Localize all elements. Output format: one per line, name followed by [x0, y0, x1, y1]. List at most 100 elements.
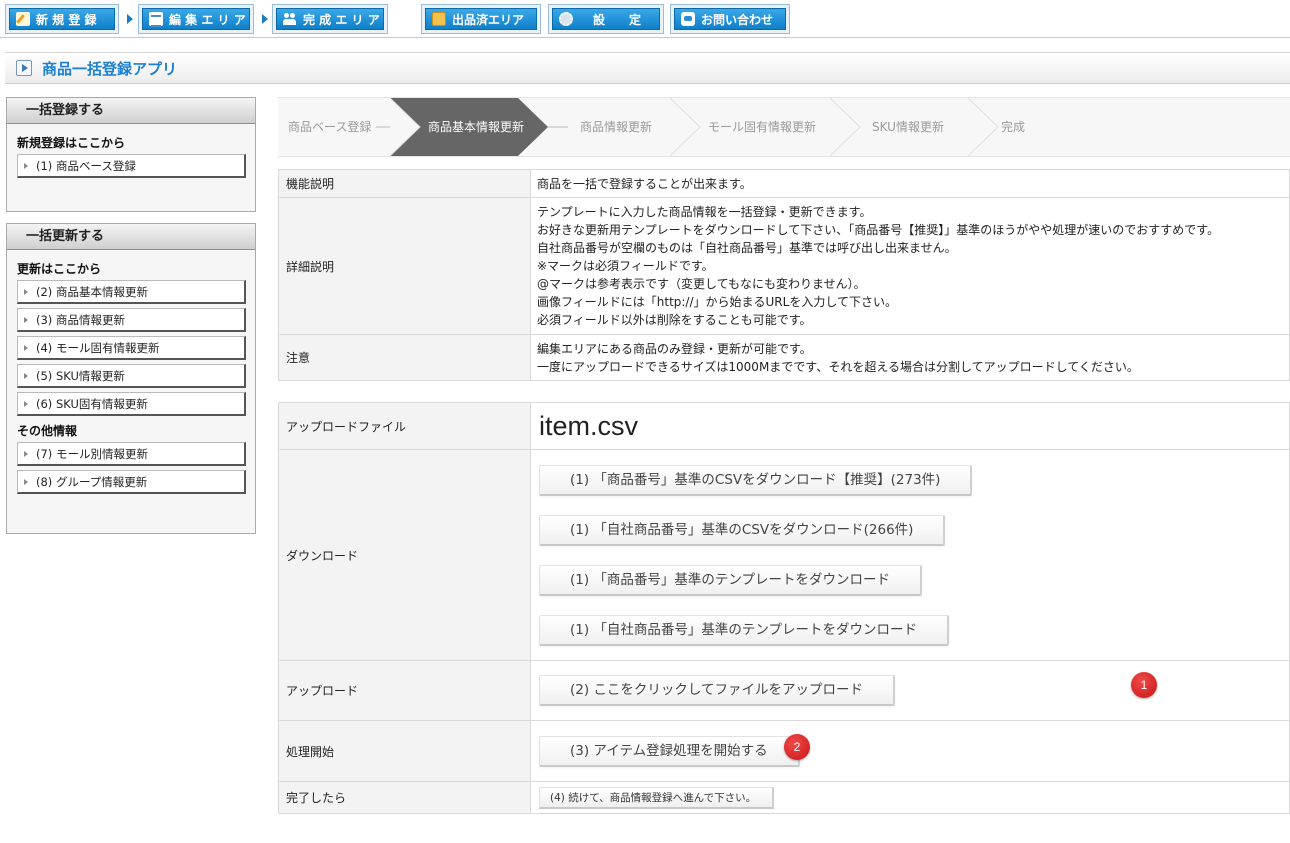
sidebar-register-header: 一括登録する [7, 98, 255, 124]
upload-table: アップロードファイル item.csv ダウンロード (1) 「商品番号」基準の… [278, 402, 1290, 814]
nav-arrow-icon [262, 14, 268, 24]
description-line: 編集エリアにある商品のみ登録・更新が可能です。 [537, 341, 812, 356]
download-label: ダウンロード [278, 449, 531, 661]
download-template-product-number-button[interactable]: (1) 「商品番号」基準のテンプレートをダウンロード [539, 564, 923, 596]
sidebar-item-mall-specific-update[interactable]: (7) モール別情報更新 [17, 442, 246, 466]
table-row: 注意 編集エリアにある商品のみ登録・更新が可能です。 一度にアップロードできるサ… [278, 334, 1290, 381]
play-icon [16, 60, 32, 76]
sidebar-item-sku-info-update[interactable]: (5) SKU情報更新 [17, 364, 246, 388]
description-line: お好きな更新用テンプレートをダウンロードして下さい、「商品番号【推奨】」基準のほ… [537, 223, 1220, 237]
step-badge-1: 1 [1131, 672, 1157, 698]
sidebar-item-label: (4) モール固有情報更新 [36, 340, 160, 355]
step-sku-info-update: SKU情報更新 [872, 120, 944, 134]
nav-settings-button[interactable]: 設 定 [548, 4, 664, 34]
download-row: (1) 「商品番号」基準のテンプレートをダウンロード [539, 555, 1289, 605]
feature-description: 商品を一括で登録することが出来ます。 [530, 169, 1290, 198]
top-navigation: 新 規 登 録 編 集 エ リ ア 完 成 エ リ ア 出品済エリア 設 定 お… [0, 0, 1290, 38]
description-line: 一度にアップロードできるサイズは1000Mまでです、それを超える場合は分割してア… [537, 359, 1139, 374]
sidebar-register-subtitle: 新規登録はここから [17, 136, 126, 150]
nav-edit-area-button[interactable]: 編 集 エ リ ア [138, 4, 254, 34]
step-mall-info-update: モール固有情報更新 [708, 120, 817, 134]
sidebar-item-label: (8) グループ情報更新 [36, 474, 148, 489]
detail-label: 詳細説明 [278, 197, 531, 335]
download-csv-own-number-button[interactable]: (1) 「自社商品番号」基準のCSVをダウンロード(266件) [539, 514, 946, 546]
page-title: 商品一括登録アプリ [42, 59, 178, 78]
sidebar-item-label: (3) 商品情報更新 [36, 312, 125, 327]
description-line: ※マークは必須フィールドです。 [537, 259, 714, 273]
nav-label: 編 集 エ リ ア [169, 12, 246, 27]
gear-icon [559, 12, 573, 26]
step-basic-info-update: 商品基本情報更新 [428, 120, 525, 134]
table-row: 機能説明 商品を一括で登録することが出来ます。 [278, 169, 1290, 198]
caution-label: 注意 [278, 334, 531, 381]
sidebar-update-subtitle: 更新はここから [17, 262, 102, 276]
table-row: アップロード (2) ここをクリックしてファイルをアップロード 1 [278, 660, 1290, 721]
table-row: 詳細説明 テンプレートに入力した商品情報を一括登録・更新できます。 お好きな更新… [278, 197, 1290, 335]
people-icon [283, 12, 297, 26]
info-table: 機能説明 商品を一括で登録することが出来ます。 詳細説明 テンプレートに入力した… [278, 169, 1290, 381]
nav-complete-area-button[interactable]: 完 成 エ リ ア [272, 4, 388, 34]
when-complete-cell: (4) 続けて、商品情報登録へ進んで下さい。 [530, 781, 1290, 814]
nav-arrow-icon [127, 14, 133, 24]
description-line: 商品を一括で登録することが出来ます。 [537, 176, 752, 191]
download-row: (1) 「自社商品番号」基準のテンプレートをダウンロード [539, 605, 1289, 655]
upload-file-cell: item.csv [530, 402, 1290, 450]
download-template-own-number-button[interactable]: (1) 「自社商品番号」基準のテンプレートをダウンロード [539, 614, 950, 646]
sidebar-item-base-register[interactable]: (1) 商品ベース登録 [17, 154, 246, 178]
caution-description: 編集エリアにある商品のみ登録・更新が可能です。 一度にアップロードできるサイズは… [530, 334, 1290, 381]
step-badge-2: 2 [784, 734, 810, 760]
upload-cell: (2) ここをクリックしてファイルをアップロード 1 [530, 660, 1290, 721]
when-complete-label: 完了したら [278, 781, 531, 814]
download-row: (1) 「自社商品番号」基準のCSVをダウンロード(266件) [539, 505, 1289, 555]
sidebar-update-header: 一括更新する [7, 224, 255, 250]
table-row: ダウンロード (1) 「商品番号」基準のCSVをダウンロード【推奨】(273件)… [278, 449, 1290, 661]
download-cell: (1) 「商品番号」基準のCSVをダウンロード【推奨】(273件) (1) 「自… [530, 449, 1290, 661]
step-product-info-update: 商品情報更新 [580, 120, 653, 134]
nav-label: 設 定 [593, 12, 642, 27]
step-separator [669, 98, 701, 156]
table-row: アップロードファイル item.csv [278, 402, 1290, 450]
step-complete: 完成 [1001, 120, 1026, 134]
sidebar-item-mall-info-update[interactable]: (4) モール固有情報更新 [17, 336, 246, 360]
nav-listed-area-button[interactable]: 出品済エリア [421, 4, 541, 34]
sidebar-update-box: 一括更新する 更新はここから (2) 商品基本情報更新 (3) 商品情報更新 (… [6, 223, 256, 534]
sidebar-item-label: (6) SKU固有情報更新 [36, 396, 148, 411]
process-start-label: 処理開始 [278, 720, 531, 782]
pencil-icon [16, 12, 30, 26]
detail-description: テンプレートに入力した商品情報を一括登録・更新できます。 お好きな更新用テンプレ… [530, 197, 1290, 335]
box-icon [432, 12, 446, 26]
grid-icon [149, 12, 163, 27]
start-process-button[interactable]: (3) アイテム登録処理を開始する [539, 735, 800, 767]
sidebar-item-sku-specific-update[interactable]: (6) SKU固有情報更新 [17, 392, 246, 416]
step-base-register: 商品ベース登録 [288, 120, 372, 134]
sidebar-other-subtitle: その他情報 [17, 424, 78, 438]
sidebar-item-basic-info-update[interactable]: (2) 商品基本情報更新 [17, 280, 246, 304]
nav-contact-button[interactable]: お問い合わせ [670, 4, 790, 34]
upload-file-name: item.csv [539, 410, 639, 441]
page-title-bar: 商品一括登録アプリ [5, 52, 1290, 84]
upload-file-label: アップロードファイル [278, 402, 531, 450]
step-separator [829, 98, 861, 156]
step-progress-bar: 商品ベース登録 商品基本情報更新 商品情報更新 モール固有情報更新 SKU情報更… [278, 97, 1290, 157]
sidebar-register-box: 一括登録する 新規登録はここから (1) 商品ベース登録 [6, 97, 256, 212]
nav-label: 出品済エリア [452, 12, 525, 27]
continue-to-product-info-button[interactable]: (4) 続けて、商品情報登録へ進んで下さい。 [539, 786, 775, 809]
upload-file-button[interactable]: (2) ここをクリックしてファイルをアップロード [539, 675, 896, 706]
sidebar-item-label: (5) SKU情報更新 [36, 368, 125, 383]
sidebar-item-product-info-update[interactable]: (3) 商品情報更新 [17, 308, 246, 332]
description-line: 自社商品番号が空欄のものは「自社商品番号」基準では呼び出し出来ません。 [537, 241, 957, 255]
sidebar-item-group-info-update[interactable]: (8) グループ情報更新 [17, 470, 246, 494]
sidebar-item-label: (7) モール別情報更新 [36, 446, 148, 461]
table-row: 完了したら (4) 続けて、商品情報登録へ進んで下さい。 [278, 781, 1290, 814]
description-line: 画像フィールドには「http://」から始まるURLを入力して下さい。 [537, 295, 897, 309]
nav-new-register-button[interactable]: 新 規 登 録 [5, 4, 119, 34]
nav-label: 新 規 登 録 [36, 12, 97, 27]
download-row: (1) 「商品番号」基準のCSVをダウンロード【推奨】(273件) [539, 455, 1289, 505]
sidebar-item-label: (1) 商品ベース登録 [36, 158, 136, 173]
download-csv-product-number-button[interactable]: (1) 「商品番号」基準のCSVをダウンロード【推奨】(273件) [539, 464, 973, 496]
sidebar-item-label: (2) 商品基本情報更新 [36, 284, 148, 299]
nav-label: 完 成 エ リ ア [303, 12, 380, 27]
upload-label: アップロード [278, 660, 531, 721]
nav-label: お問い合わせ [701, 12, 774, 27]
description-line: 必須フィールド以外は削除をすることも可能です。 [537, 313, 812, 327]
